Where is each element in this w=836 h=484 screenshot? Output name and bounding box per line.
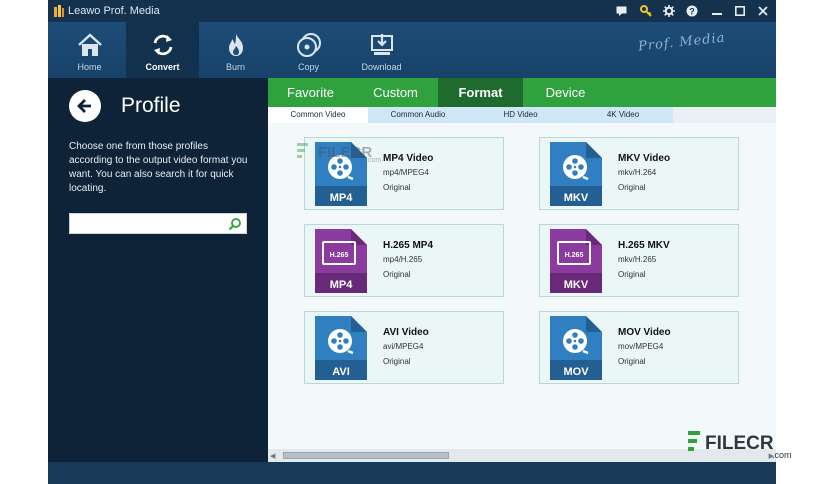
- format-quality: Original: [383, 357, 411, 366]
- back-button[interactable]: [69, 90, 101, 122]
- main-toolbar: Home Convert Burn Copy Download Prof. Me…: [48, 22, 776, 78]
- chat-icon[interactable]: [614, 4, 628, 18]
- app-window: Leawo Prof. Media ? Home Convert Burn Co…: [48, 0, 776, 484]
- format-quality: Original: [618, 270, 646, 279]
- maximize-icon[interactable]: [733, 4, 747, 18]
- watermark-domain: .com: [772, 450, 792, 460]
- back-arrow-icon: [77, 99, 91, 113]
- toolbar-copy-button[interactable]: Copy: [272, 22, 345, 78]
- toolbar-download-label: Download: [361, 62, 402, 72]
- help-icon[interactable]: ?: [685, 4, 699, 18]
- toolbar-burn-label: Burn: [225, 62, 245, 72]
- format-card-mkv[interactable]: MKV MKV Video mkv/H.264 Original: [539, 137, 739, 210]
- tab-custom[interactable]: Custom: [353, 78, 438, 107]
- video-file-icon: H.265 MP4: [315, 229, 367, 293]
- key-icon[interactable]: [639, 4, 653, 18]
- profile-description: Choose one from those profiles according…: [69, 141, 248, 194]
- format-codec: mkv/H.264: [618, 168, 657, 177]
- toolbar-convert-label: Convert: [145, 62, 180, 72]
- download-icon: [371, 34, 393, 55]
- format-codec: mkv/H.265: [618, 255, 657, 264]
- video-file-icon: H.265 MKV: [550, 229, 602, 293]
- close-icon[interactable]: [756, 4, 770, 18]
- format-codec: mp4/MPEG4: [383, 168, 429, 177]
- format-badge-label: AVI: [332, 366, 350, 378]
- title-bar: Leawo Prof. Media ?: [48, 0, 776, 22]
- profile-search-box: [69, 213, 247, 234]
- status-bar: [48, 462, 776, 484]
- format-quality: Original: [618, 183, 646, 192]
- category-tabs: Favorite Custom Format Device: [268, 78, 776, 107]
- codec-tag-label: H.265: [565, 252, 584, 259]
- toolbar-burn-button[interactable]: Burn: [199, 22, 272, 78]
- app-logo-icon: [54, 5, 64, 17]
- format-name: MOV Video: [618, 327, 671, 338]
- profile-sidebar: Profile Choose one from those profiles a…: [48, 78, 268, 462]
- video-file-icon: AVI: [315, 316, 367, 380]
- format-subtabs: Common Video Common Audio HD Video 4K Vi…: [268, 107, 776, 123]
- format-name: MP4 Video: [383, 153, 434, 164]
- profile-content-panel: Favorite Custom Format Device Common Vid…: [268, 78, 776, 462]
- format-name: H.265 MP4: [383, 240, 434, 251]
- toolbar-copy-label: Copy: [297, 62, 319, 72]
- format-quality: Original: [383, 270, 411, 279]
- format-codec: mp4/H.265: [383, 255, 423, 264]
- format-card-avi[interactable]: AVI AVI Video avi/MPEG4 Original: [304, 311, 504, 384]
- search-icon[interactable]: [228, 217, 242, 231]
- profile-title: Profile: [121, 94, 181, 117]
- brand-text: Prof. Media: [637, 30, 727, 55]
- format-card-h265-mkv[interactable]: H.265 MKV H.265 MKV mkv/H.265 Original: [539, 224, 739, 297]
- format-card-h265-mp4[interactable]: H.265 MP4 H.265 MP4 mp4/H.265 Original: [304, 224, 504, 297]
- format-badge-label: MP4: [330, 192, 354, 204]
- svg-text:?: ?: [689, 6, 695, 16]
- format-quality: Original: [618, 357, 646, 366]
- format-codec: avi/MPEG4: [383, 342, 424, 351]
- format-name: H.265 MKV: [618, 240, 670, 251]
- format-badge-label: MP4: [330, 279, 354, 291]
- format-card-mov[interactable]: MOV MOV Video mov/MPEG4 Original: [539, 311, 739, 384]
- video-file-icon: MKV: [550, 142, 602, 206]
- watermark-logo: FILECR .com: [688, 431, 792, 460]
- convert-icon: [153, 34, 173, 56]
- format-grid: MP4 MP4 Video mp4/MPEG4 Original MKV MKV Vid…: [268, 123, 776, 449]
- watermark-logo-faint: FILECR .com: [297, 143, 381, 163]
- copy-icon: [297, 33, 321, 57]
- format-name: AVI Video: [383, 327, 429, 338]
- watermark-text: FILECR: [705, 433, 774, 454]
- home-icon: [78, 33, 102, 56]
- toolbar-home-label: Home: [77, 62, 102, 72]
- tab-format[interactable]: Format: [438, 78, 523, 107]
- gear-icon[interactable]: [662, 4, 676, 18]
- window-title: Leawo Prof. Media: [68, 5, 160, 17]
- watermark-faint-text: FILECR: [318, 144, 372, 161]
- scrollbar-thumb[interactable]: [283, 452, 449, 459]
- codec-tag-label: H.265: [330, 252, 349, 259]
- toolbar-convert-button[interactable]: Convert: [126, 22, 199, 78]
- format-badge-label: MOV: [563, 366, 589, 378]
- format-badge-label: MKV: [564, 279, 589, 291]
- subtab-4k-video[interactable]: 4K Video: [573, 107, 673, 123]
- tab-favorite[interactable]: Favorite: [268, 78, 353, 107]
- scroll-left-icon[interactable]: ◀: [270, 452, 275, 460]
- subtab-common-video[interactable]: Common Video: [268, 107, 368, 123]
- toolbar-download-button[interactable]: Download: [345, 22, 418, 78]
- toolbar-home-button[interactable]: Home: [53, 22, 126, 78]
- format-badge-label: MKV: [564, 192, 589, 204]
- video-file-icon: MOV: [550, 316, 602, 380]
- profile-search-input[interactable]: [73, 216, 223, 231]
- format-quality: Original: [383, 183, 411, 192]
- burn-icon: [229, 34, 243, 56]
- minimize-icon[interactable]: [710, 4, 724, 18]
- subtab-common-audio[interactable]: Common Audio: [368, 107, 468, 123]
- format-codec: mov/MPEG4: [618, 342, 664, 351]
- watermark-faint-domain: .com: [366, 157, 381, 163]
- tab-device[interactable]: Device: [523, 78, 608, 107]
- format-name: MKV Video: [618, 153, 671, 164]
- subtab-hd-video[interactable]: HD Video: [468, 107, 573, 123]
